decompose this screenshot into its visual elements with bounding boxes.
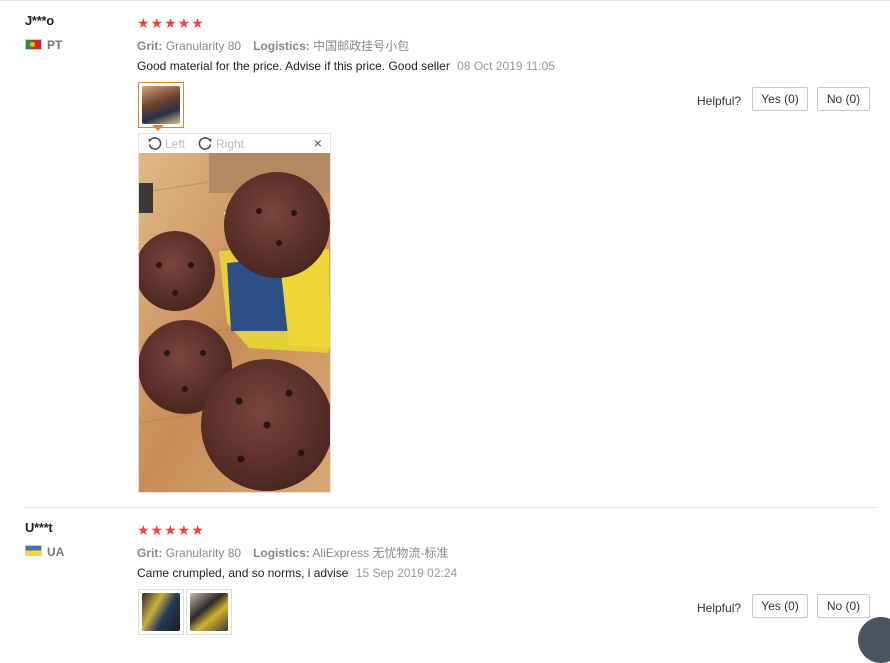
helpful-label: Helpful? — [697, 94, 742, 108]
helpful-no-button[interactable]: No (0) — [817, 594, 870, 618]
ukraine-flag-icon — [25, 545, 42, 556]
helpful-no-button[interactable]: No (0) — [817, 87, 870, 111]
review-photo — [142, 593, 180, 631]
grit-label: Grit: — [137, 39, 163, 53]
review-photo-thumbnail[interactable] — [138, 82, 184, 128]
reviewer-country: PT — [47, 38, 63, 52]
review-date: 15 Sep 2019 02:24 — [355, 566, 458, 580]
sanding-discs-photo — [139, 153, 330, 492]
product-attributes: Grit: Granularity 80 Logistics: 中国邮政挂号小包 — [137, 37, 409, 54]
star-rating: ★★★★★ — [137, 522, 205, 538]
review-body: Good material for the price. Advise if t… — [137, 59, 450, 73]
logistics-label: Logistics: — [253, 546, 310, 560]
review-photo — [190, 593, 228, 631]
grit-value: Granularity 80 — [165, 39, 242, 53]
grit-value: Granularity 80 — [165, 546, 242, 560]
rotate-left-label: Left — [165, 136, 186, 151]
review-photo-thumbnail[interactable] — [138, 589, 184, 635]
helpful-label: Helpful? — [697, 601, 742, 615]
rotate-right-icon — [198, 137, 212, 150]
logistics-label: Logistics: — [253, 39, 310, 53]
floating-help-button[interactable] — [858, 617, 890, 663]
review-item: J***o PT ★★★★★ Grit: Granularity 80 Logis… — [0, 0, 890, 508]
star-rating: ★★★★★ — [137, 15, 205, 31]
close-icon[interactable]: × — [314, 135, 322, 151]
grit-label: Grit: — [137, 546, 163, 560]
photo-viewer-toolbar: Left Right × — [139, 134, 330, 153]
review-date: 08 Oct 2019 11:05 — [457, 59, 556, 73]
rotate-left-button[interactable]: Left — [147, 136, 185, 151]
review-photo-thumbnail[interactable] — [186, 589, 232, 635]
helpful-yes-button[interactable]: Yes (0) — [752, 594, 808, 618]
portugal-flag-icon — [25, 39, 42, 50]
rotate-right-button[interactable]: Right — [198, 136, 244, 151]
review-photo-enlarged — [139, 153, 330, 492]
reviewer-name: J***o — [25, 13, 54, 28]
logistics-value: 中国邮政挂号小包 — [313, 39, 410, 53]
rotate-right-label: Right — [216, 136, 245, 151]
rotate-left-icon — [148, 137, 162, 150]
review-item: U***t UA ★★★★★ Grit: Granularity 80 Logis… — [0, 508, 890, 649]
reviewer-name: U***t — [25, 520, 53, 535]
helpful-yes-button[interactable]: Yes (0) — [752, 87, 808, 111]
reviewer-country: UA — [47, 545, 65, 559]
review-text: Good material for the price. Advise if t… — [137, 59, 555, 73]
thumbnail-pointer — [152, 125, 164, 131]
review-photo — [142, 86, 180, 124]
product-attributes: Grit: Granularity 80 Logistics: AliExpres… — [137, 544, 448, 561]
review-text: Came crumpled, and so norms, i advise 15… — [137, 566, 457, 580]
logistics-value: AliExpress 无忧物流-标准 — [312, 546, 449, 560]
review-body: Came crumpled, and so norms, i advise — [137, 566, 349, 580]
photo-viewer: Left Right × — [138, 133, 331, 493]
